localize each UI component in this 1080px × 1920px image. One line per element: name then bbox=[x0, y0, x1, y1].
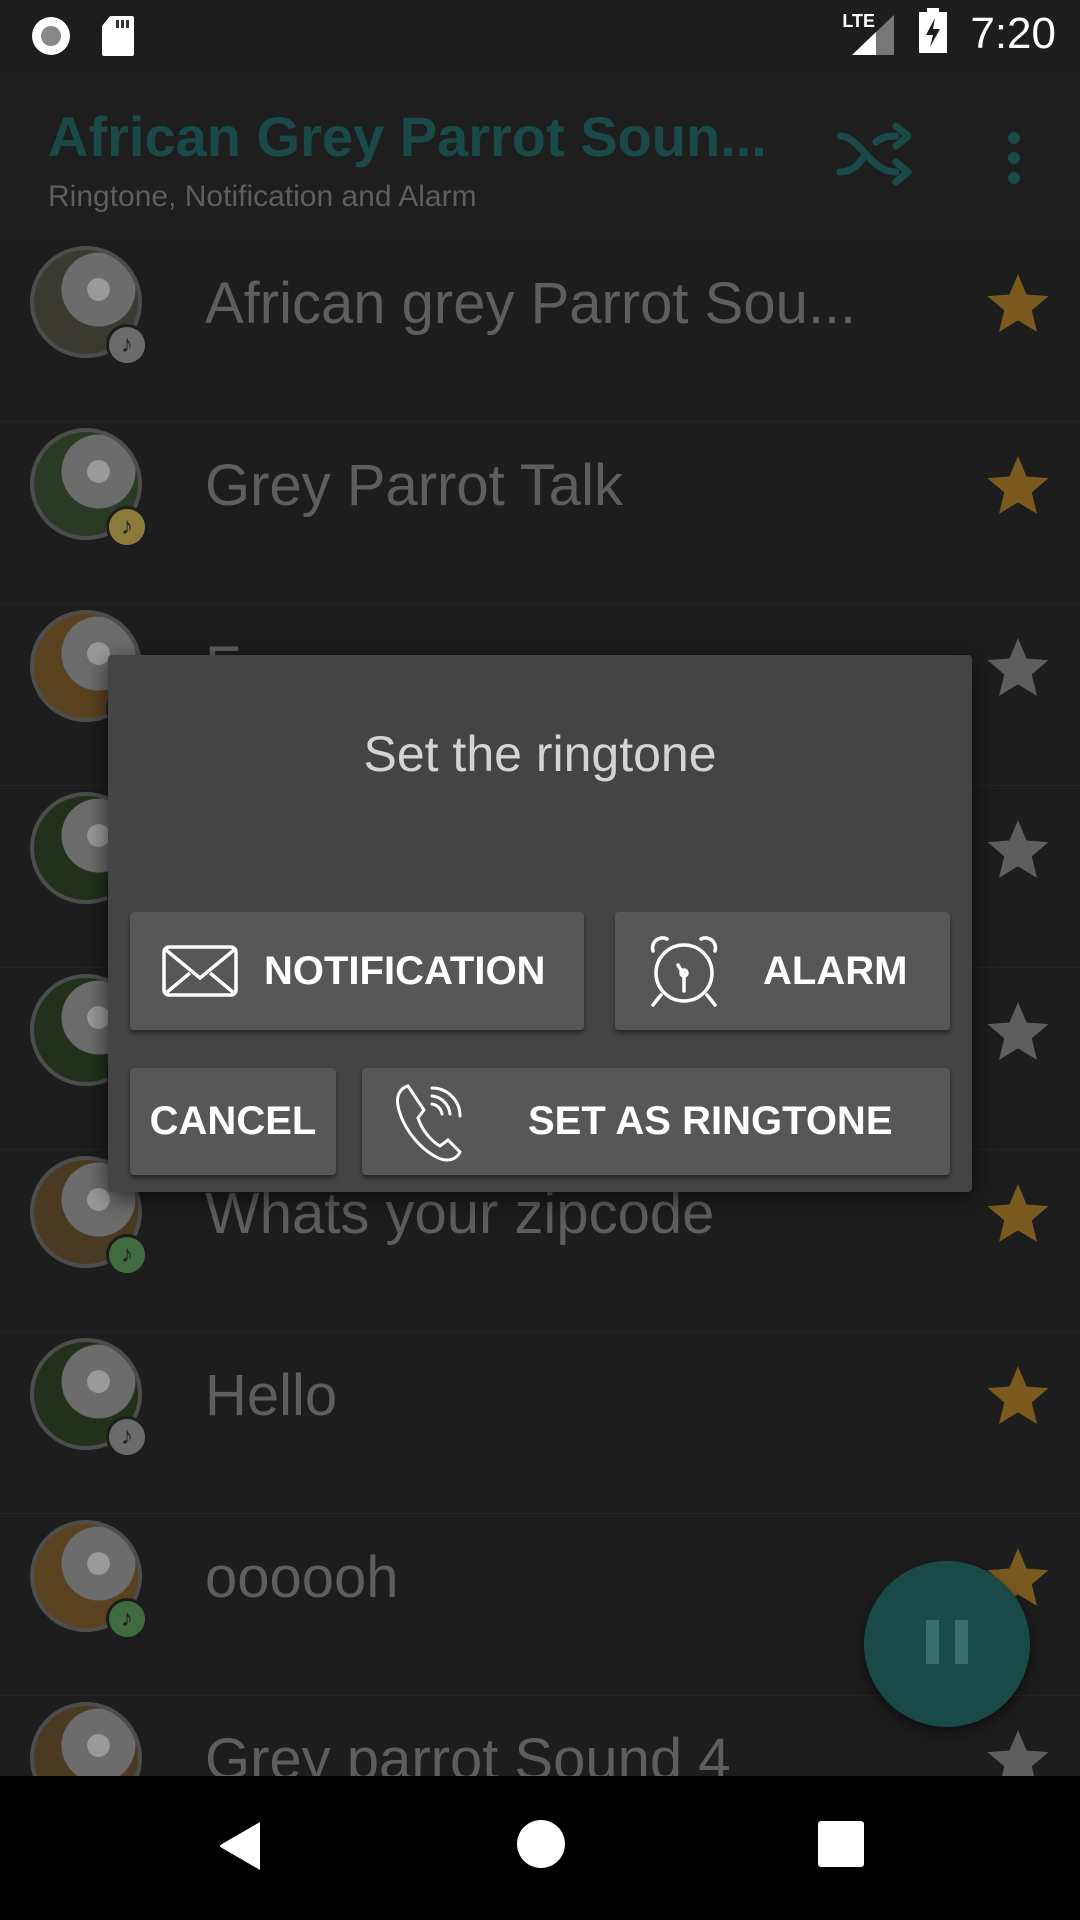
alarm-label: ALARM bbox=[763, 948, 908, 993]
set-as-ringtone-button[interactable]: SET AS RINGTONE bbox=[362, 1068, 950, 1175]
music-note-icon: ♪ bbox=[106, 1416, 148, 1458]
star-filled-icon[interactable] bbox=[985, 1180, 1051, 1246]
dialog-title: Set the ringtone bbox=[363, 726, 717, 782]
star-outline-icon[interactable] bbox=[985, 634, 1051, 700]
status-bar: LTE 7:20 bbox=[0, 0, 1080, 72]
sd-card-icon bbox=[100, 14, 136, 63]
clock: 7:20 bbox=[970, 8, 1056, 58]
list-item[interactable]: ♪ Grey Parrot Talk bbox=[0, 422, 1080, 604]
alarm-clock-icon bbox=[645, 933, 723, 1009]
cancel-button[interactable]: CANCEL bbox=[130, 1068, 336, 1175]
alarm-button[interactable]: ALARM bbox=[615, 912, 950, 1030]
star-filled-icon[interactable] bbox=[985, 452, 1051, 518]
app-toolbar: African Grey Parrot Soun... Ringtone, No… bbox=[0, 72, 1080, 240]
list-item[interactable]: ♪ African grey Parrot Sou... bbox=[0, 240, 1080, 422]
list-item[interactable]: ♪ Hello bbox=[0, 1332, 1080, 1514]
music-note-icon: ♪ bbox=[106, 324, 148, 366]
notification-button[interactable]: NOTIFICATION bbox=[130, 912, 584, 1030]
signal-icon: LTE bbox=[842, 11, 896, 57]
home-icon[interactable] bbox=[516, 1819, 566, 1874]
recents-icon[interactable] bbox=[818, 1821, 864, 1872]
back-icon[interactable] bbox=[218, 1820, 264, 1877]
set-as-ringtone-label: SET AS RINGTONE bbox=[528, 1099, 893, 1143]
notification-label: NOTIFICATION bbox=[264, 948, 546, 993]
set-ringtone-dialog: Set the ringtone NOTIFICATION ALARM CANC… bbox=[108, 655, 972, 1192]
sound-title: African grey Parrot Sou... bbox=[205, 271, 857, 336]
shuffle-icon[interactable] bbox=[836, 122, 916, 191]
record-icon bbox=[30, 15, 72, 62]
star-outline-icon[interactable] bbox=[985, 998, 1051, 1064]
navigation-bar bbox=[0, 1776, 1080, 1920]
star-outline-icon[interactable] bbox=[985, 816, 1051, 882]
pause-fab[interactable] bbox=[864, 1561, 1030, 1727]
sound-title: Grey Parrot Talk bbox=[205, 453, 623, 518]
star-filled-icon[interactable] bbox=[985, 270, 1051, 336]
battery-charging-icon bbox=[918, 8, 948, 59]
pause-icon bbox=[922, 1617, 972, 1672]
phone-ringing-icon bbox=[394, 1082, 472, 1162]
app-title: African Grey Parrot Soun... bbox=[48, 105, 767, 168]
envelope-icon bbox=[162, 945, 238, 997]
more-vert-icon[interactable] bbox=[1000, 130, 1028, 191]
sound-title: Hello bbox=[205, 1363, 338, 1428]
app-subtitle: Ringtone, Notification and Alarm bbox=[48, 180, 477, 213]
music-note-icon: ♪ bbox=[106, 1234, 148, 1276]
star-filled-icon[interactable] bbox=[985, 1362, 1051, 1428]
sound-title: oooooh bbox=[205, 1545, 399, 1610]
cancel-label: CANCEL bbox=[149, 1099, 317, 1143]
music-note-icon: ♪ bbox=[106, 506, 148, 548]
music-note-icon: ♪ bbox=[106, 1598, 148, 1640]
